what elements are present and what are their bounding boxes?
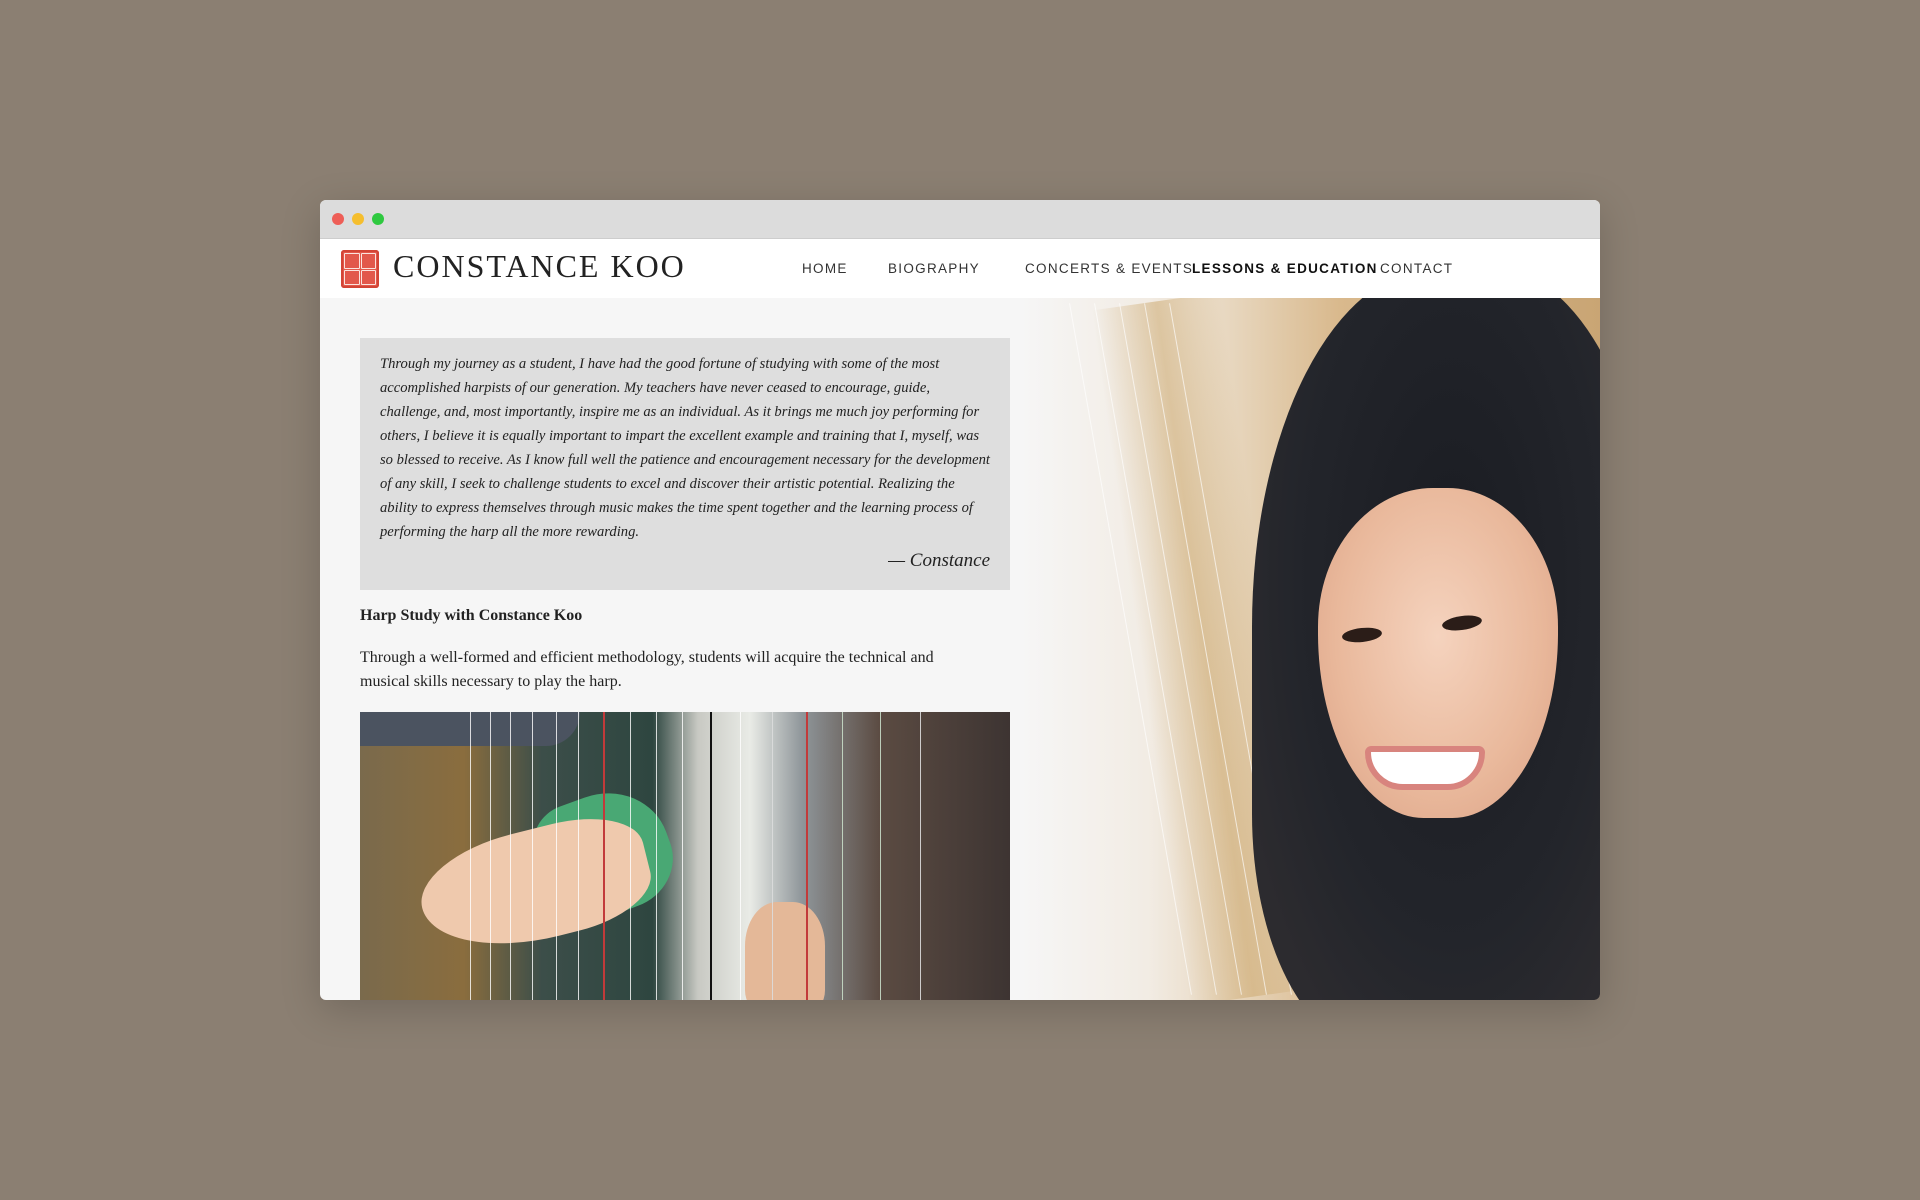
quote-text: Through my journey as a student, I have … (380, 356, 990, 540)
close-window-button[interactable] (332, 213, 344, 225)
hero-portrait-image (1020, 298, 1600, 1000)
quote-box: Through my journey as a student, I have … (360, 338, 1010, 590)
nav-biography[interactable]: BIOGRAPHY (888, 261, 980, 276)
section-heading: Harp Study with Constance Koo (360, 607, 583, 624)
window-titlebar (320, 200, 1600, 239)
maximize-window-button[interactable] (372, 213, 384, 225)
harp-lesson-photo (360, 712, 1010, 1000)
site-header: CONSTANCE KOO HOME BIOGRAPHY CONCERTS & … (320, 239, 1600, 298)
site-brand[interactable]: CONSTANCE KOO (393, 248, 686, 285)
quote-author: — Constance (888, 550, 990, 571)
browser-window: CONSTANCE KOO HOME BIOGRAPHY CONCERTS & … (320, 200, 1600, 1000)
nav-concerts-events[interactable]: CONCERTS & EVENTS (1025, 261, 1193, 276)
main-content: Through my journey as a student, I have … (320, 298, 1020, 1000)
nav-lessons-education[interactable]: LESSONS & EDUCATION (1192, 261, 1378, 276)
nav-home[interactable]: HOME (802, 261, 848, 276)
seal-logo-icon[interactable] (341, 250, 379, 288)
section-body-text: Through a well-formed and efficient meth… (360, 649, 934, 690)
minimize-window-button[interactable] (352, 213, 364, 225)
nav-contact[interactable]: CONTACT (1380, 261, 1453, 276)
